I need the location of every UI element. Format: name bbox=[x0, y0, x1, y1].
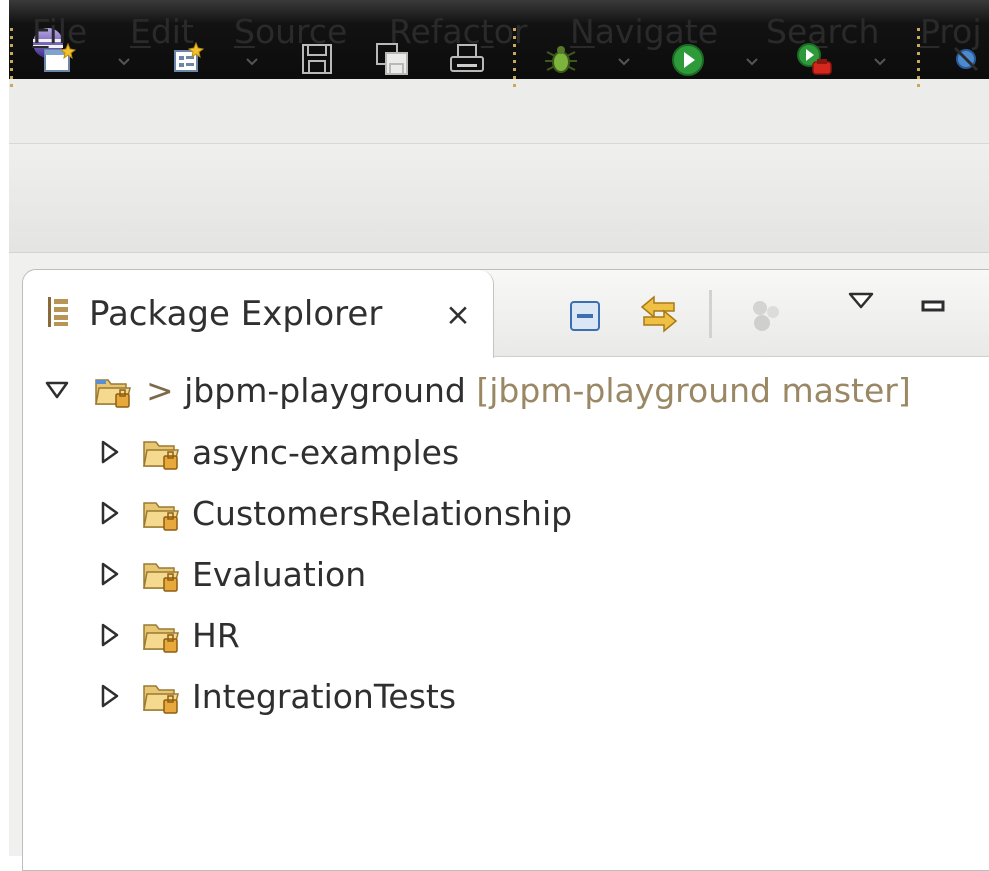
project-folder-icon bbox=[95, 379, 131, 408]
new-wizard-icon[interactable] bbox=[42, 42, 76, 76]
debug-icon[interactable] bbox=[543, 42, 579, 78]
folder-icon bbox=[143, 685, 179, 714]
git-repository-decoration: [jbpm-playground master] bbox=[465, 371, 911, 410]
chevron-down-icon[interactable] bbox=[872, 56, 888, 68]
focus-task-icon[interactable] bbox=[748, 298, 784, 334]
minimize-icon[interactable] bbox=[921, 298, 947, 314]
package-explorer-icon bbox=[48, 297, 68, 327]
collapsed-twisty-icon[interactable] bbox=[100, 622, 120, 648]
toolbar-separator bbox=[513, 28, 516, 87]
chevron-down-icon[interactable] bbox=[244, 56, 260, 68]
folder-icon bbox=[143, 563, 179, 592]
tree-row-async-examples[interactable]: async-examples bbox=[40, 428, 980, 478]
new-java-class-icon[interactable] bbox=[172, 42, 206, 76]
tree-item-label: IntegrationTests bbox=[192, 677, 457, 716]
toolbar-grip bbox=[10, 28, 13, 87]
tree-item-label: async-examples bbox=[192, 433, 460, 472]
link-with-editor-icon[interactable] bbox=[638, 293, 680, 335]
collapsed-twisty-icon[interactable] bbox=[100, 439, 120, 465]
view-menu-icon[interactable] bbox=[847, 290, 875, 312]
collapsed-twisty-icon[interactable] bbox=[100, 561, 120, 587]
toolbar-separator bbox=[917, 28, 920, 87]
collapse-all-icon[interactable] bbox=[569, 300, 601, 332]
tree-item-label: HR bbox=[192, 616, 240, 655]
tree-row-integration-tests[interactable]: IntegrationTests bbox=[40, 672, 980, 722]
folder-icon bbox=[143, 441, 179, 470]
tree-row-root-project[interactable]: > jbpm-playground [jbpm-playground maste… bbox=[40, 366, 980, 416]
git-dirty-marker: > bbox=[146, 371, 185, 410]
save-icon[interactable] bbox=[300, 42, 334, 76]
tree-item-label: Evaluation bbox=[192, 555, 367, 594]
folder-icon bbox=[143, 624, 179, 653]
window-left-edge bbox=[0, 0, 9, 856]
collapsed-twisty-icon[interactable] bbox=[100, 500, 120, 526]
save-all-icon[interactable] bbox=[375, 42, 409, 76]
tab-label: Package Explorer bbox=[89, 294, 383, 334]
external-tools-icon[interactable] bbox=[796, 42, 836, 78]
chevron-down-icon[interactable] bbox=[116, 56, 132, 68]
view-toolbar-separator bbox=[709, 290, 712, 338]
expanded-twisty-icon[interactable] bbox=[44, 380, 70, 400]
run-icon[interactable] bbox=[670, 42, 706, 78]
tree-item-label: CustomersRelationship bbox=[192, 494, 573, 533]
tree-row-customers-relationship[interactable]: CustomersRelationship bbox=[40, 489, 980, 539]
folder-icon bbox=[143, 502, 179, 531]
collapsed-twisty-icon[interactable] bbox=[100, 683, 120, 709]
menu-bar bbox=[9, 79, 989, 144]
tree-row-evaluation[interactable]: Evaluation bbox=[40, 550, 980, 600]
main-toolbar bbox=[9, 144, 989, 253]
chevron-down-icon[interactable] bbox=[744, 56, 760, 68]
tree-row-hr[interactable]: HR bbox=[40, 611, 980, 661]
project-name: jbpm-playground bbox=[184, 371, 466, 410]
print-icon[interactable] bbox=[449, 42, 485, 76]
chevron-down-icon[interactable] bbox=[616, 56, 632, 68]
close-icon[interactable]: ⨯ bbox=[445, 297, 471, 333]
skip-breakpoints-icon[interactable] bbox=[952, 42, 982, 76]
